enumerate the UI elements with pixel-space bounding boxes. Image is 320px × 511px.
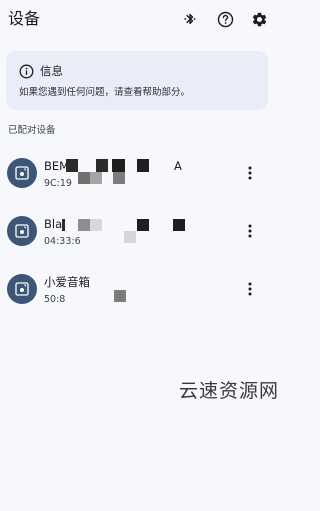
device-address: 04:33:6 [44,236,81,247]
redaction-block [113,172,125,184]
help-icon[interactable] [215,9,235,29]
device-name-tail: A [174,159,182,173]
more-options-icon[interactable] [240,279,260,299]
app-bar: 设备 [0,0,272,38]
redaction-block [173,219,185,231]
bluetooth-icon[interactable] [180,9,200,29]
redaction-block [78,172,90,184]
device-item[interactable]: BEM A 9C:19 [0,150,272,200]
device-item[interactable]: Bla 04:33:6 [0,208,272,258]
redaction-block [78,219,90,231]
info-card: 信息 如果您遇到任何问题，请查看帮助部分。 [6,51,268,110]
redaction-block [124,231,136,243]
page-title: 设备 [8,9,41,28]
redaction-block [137,219,149,231]
info-body: 如果您遇到任何问题，请查看帮助部分。 [19,87,191,98]
info-icon [19,64,34,79]
redaction-block [114,290,126,302]
device-name: Bla [44,217,63,231]
device-address: 9C:19 [44,178,72,189]
redaction-block [90,219,102,231]
redaction-block [66,159,78,172]
redaction-block [96,159,108,172]
watermark-text: 云速资源网 [179,380,280,402]
speaker-icon [7,158,37,188]
info-title: 信息 [40,64,63,78]
device-name: 小爱音箱 [44,275,90,289]
settings-icon[interactable] [249,9,269,29]
more-options-icon[interactable] [240,221,260,241]
redaction-block [137,159,149,172]
redaction-block [90,172,102,184]
redaction-block [112,159,125,172]
more-options-icon[interactable] [240,163,260,183]
device-address: 50:8 [44,294,66,305]
paired-devices-label: 已配对设备 [8,125,56,136]
speaker-icon [7,274,37,304]
redaction-block [62,219,65,231]
device-item[interactable]: 小爱音箱 50:8 [0,266,272,316]
speaker-icon [7,216,37,246]
